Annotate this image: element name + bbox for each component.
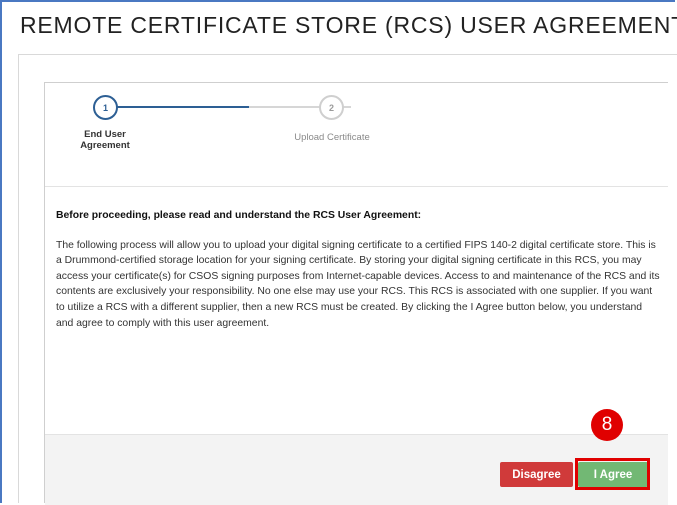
step-2-label: Upload Certificate <box>294 132 370 143</box>
agreement-heading: Before proceeding, please read and under… <box>56 210 422 221</box>
agreement-content: Before proceeding, please read and under… <box>56 208 662 331</box>
disagree-button[interactable]: Disagree <box>500 462 573 487</box>
step-2-number: 2 <box>328 102 334 113</box>
step-1-indicator: 1 <box>93 95 118 120</box>
agreement-body: The following process will allow you to … <box>56 239 660 329</box>
stepper-progress-line <box>107 106 249 108</box>
page-title: REMOTE CERTIFICATE STORE (RCS) USER AGRE… <box>20 12 677 38</box>
agreement-card: 1 End User Agreement 2 Upload Certificat… <box>44 82 668 505</box>
agree-button-highlight <box>575 458 650 490</box>
step-1-number: 1 <box>102 102 108 113</box>
wizard-stepper: 1 End User Agreement 2 Upload Certificat… <box>45 83 668 187</box>
step-1-label: End User Agreement <box>80 129 130 151</box>
step-2-indicator: 2 <box>319 95 344 120</box>
annotation-step-badge: 8 <box>591 409 623 441</box>
